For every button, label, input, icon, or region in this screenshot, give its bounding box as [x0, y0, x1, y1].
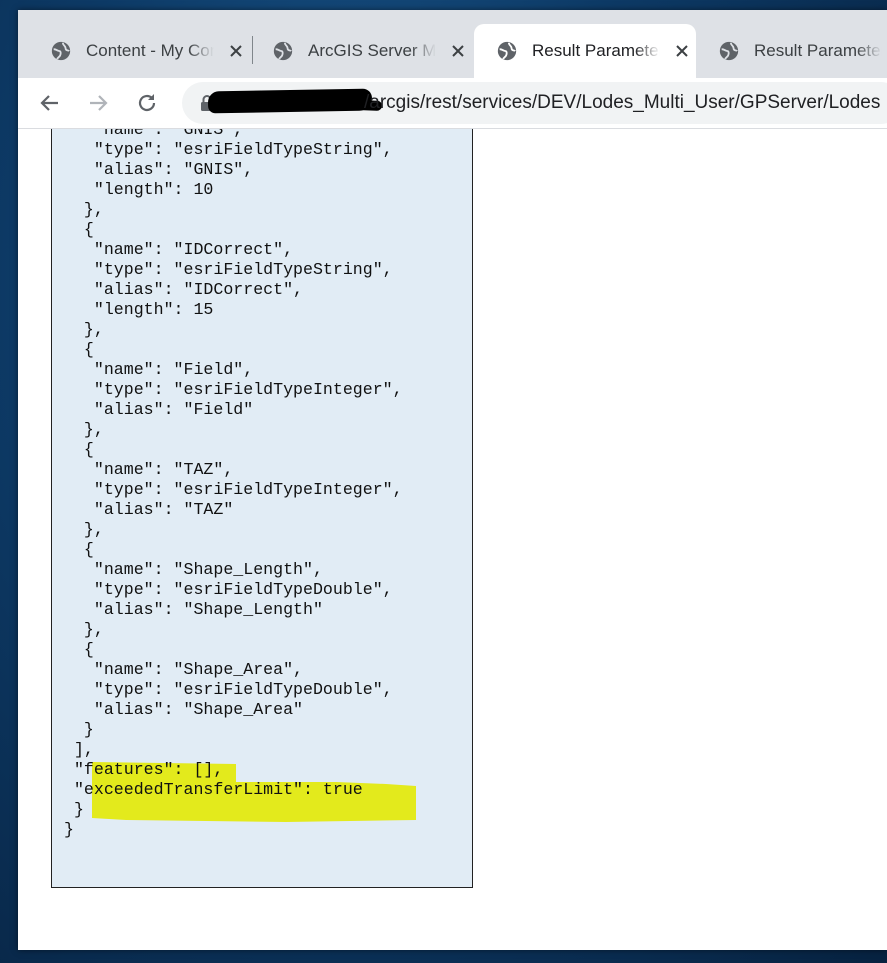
- page-content: { "name": "GNIS", "type": "esriFieldType…: [18, 129, 887, 950]
- json-line: "name": "IDCorrect",: [93, 240, 294, 259]
- json-line: }: [83, 720, 94, 739]
- json-line: "alias": "GNIS",: [93, 160, 254, 179]
- globe-icon: [719, 41, 739, 61]
- json-line: },: [83, 420, 104, 439]
- json-line: "name": "GNIS",: [93, 129, 244, 139]
- close-icon[interactable]: [674, 43, 690, 59]
- tab-title: Result Parameter: [754, 41, 882, 60]
- json-line: "type": "esriFieldTypeDouble",: [93, 680, 393, 699]
- tab-title: Content - My Content: [86, 41, 214, 60]
- json-line: {: [83, 540, 94, 559]
- json-response-panel: { "name": "GNIS", "type": "esriFieldType…: [51, 129, 473, 888]
- tab-content-my-content[interactable]: Content - My Content: [28, 24, 254, 78]
- reload-icon[interactable]: [135, 91, 159, 115]
- globe-icon: [51, 41, 71, 61]
- tab-arcgis-server-manager[interactable]: ArcGIS Server Manager: [250, 24, 476, 78]
- tab-result-parameter[interactable]: Result Parameter: [696, 24, 887, 78]
- forward-arrow-icon[interactable]: [86, 91, 110, 115]
- address-bar[interactable]: /arcgis/rest/services/DEV/Lodes_Multi_Us…: [182, 82, 887, 124]
- json-line: "name": "Field",: [93, 360, 254, 379]
- json-line: {: [83, 220, 94, 239]
- json-line: "length": 10: [93, 180, 214, 199]
- json-line: "name": "TAZ",: [93, 460, 234, 479]
- json-line: "length": 15: [93, 300, 214, 319]
- json-code-block: { "name": "GNIS", "type": "esriFieldType…: [64, 129, 403, 840]
- tab-result-parameter-active[interactable]: Result Parameter: [474, 24, 696, 78]
- globe-icon: [497, 41, 517, 61]
- json-line: "alias": "Shape_Area": [93, 700, 303, 719]
- close-icon[interactable]: [228, 43, 244, 59]
- json-line: },: [83, 320, 104, 339]
- globe-icon: [273, 41, 293, 61]
- json-line: "type": "esriFieldTypeDouble",: [93, 580, 393, 599]
- json-line: "alias": "Field": [93, 400, 254, 419]
- json-line: },: [83, 200, 104, 219]
- close-icon[interactable]: [450, 43, 466, 59]
- json-line: "exceededTransferLimit": true: [73, 780, 363, 799]
- browser-toolbar: /arcgis/rest/services/DEV/Lodes_Multi_Us…: [18, 78, 887, 129]
- json-line: "alias": "Shape_Length": [93, 600, 323, 619]
- json-line: }: [64, 820, 74, 839]
- json-line: "type": "esriFieldTypeInteger",: [93, 480, 403, 499]
- json-line: "type": "esriFieldTypeInteger",: [93, 380, 403, 399]
- json-line: {: [83, 640, 94, 659]
- json-line: },: [83, 520, 104, 539]
- json-line: "features": [],: [73, 760, 224, 779]
- url-text: /arcgis/rest/services/DEV/Lodes_Multi_Us…: [364, 92, 881, 113]
- json-line: {: [83, 340, 94, 359]
- json-line: ],: [73, 740, 94, 759]
- tab-strip: Content - My Content ArcGIS Server Manag…: [18, 10, 887, 78]
- json-line: }: [73, 800, 84, 819]
- json-line: "name": "Shape_Length",: [93, 560, 323, 579]
- json-line: "type": "esriFieldTypeString",: [93, 140, 393, 159]
- browser-window: Content - My Content ArcGIS Server Manag…: [18, 10, 887, 950]
- tab-title: ArcGIS Server Manager: [308, 41, 436, 60]
- json-line: "alias": "TAZ": [93, 500, 234, 519]
- json-line: "alias": "IDCorrect",: [93, 280, 303, 299]
- json-line: "name": "Shape_Area",: [93, 660, 303, 679]
- json-line: "type": "esriFieldTypeString",: [93, 260, 393, 279]
- back-arrow-icon[interactable]: [38, 91, 62, 115]
- json-line: },: [83, 620, 104, 639]
- tab-title: Result Parameter: [532, 41, 660, 60]
- json-line: {: [83, 440, 94, 459]
